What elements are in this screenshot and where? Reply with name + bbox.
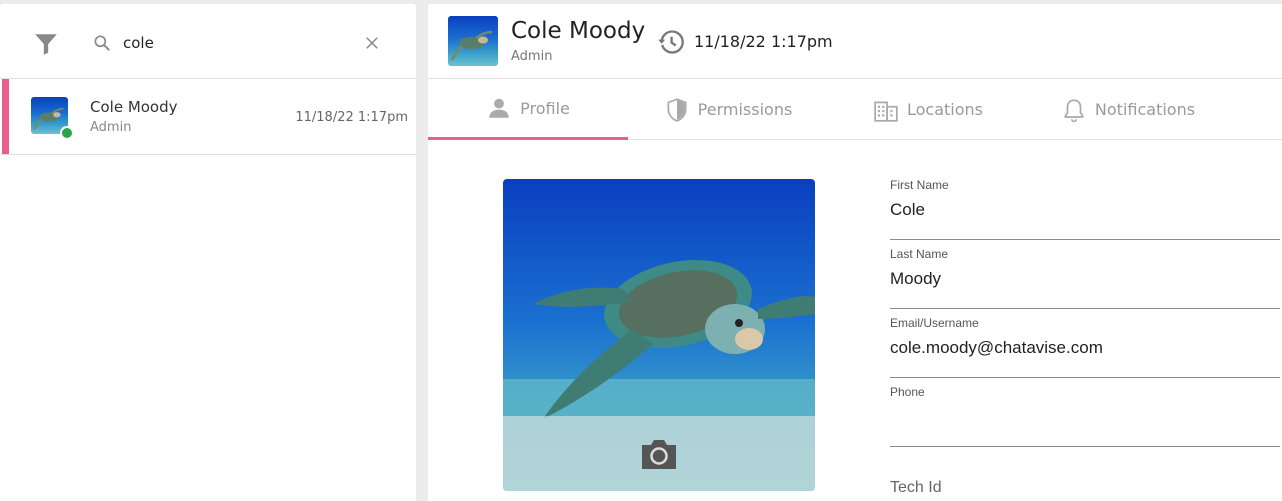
filter-icon[interactable] — [33, 31, 59, 57]
online-status-dot — [60, 126, 74, 140]
phone-field: Phone — [890, 378, 1280, 447]
field-label: First Name — [890, 178, 949, 192]
search-bar — [0, 4, 416, 79]
history-icon[interactable] — [657, 28, 685, 56]
tab-label: Locations — [906, 100, 983, 119]
field-label: Last Name — [890, 247, 949, 261]
person-icon — [489, 98, 509, 118]
contact-list-item[interactable]: Cole Moody Admin 11/18/22 1:17pm — [0, 79, 416, 155]
user-name: Cole Moody — [511, 18, 646, 44]
tab-notifications[interactable]: Notifications — [1053, 79, 1203, 140]
last-name-field: Last Name — [890, 240, 1280, 309]
tab-label: Permissions — [697, 100, 793, 119]
profile-photo — [503, 179, 815, 491]
shield-icon — [667, 97, 687, 122]
profile-form: First Name Last Name Email/Username Phon… — [890, 171, 1282, 447]
last-activity-time: 11/18/22 1:17pm — [694, 32, 833, 51]
conversation-list-panel: Cole Moody Admin 11/18/22 1:17pm — [0, 4, 416, 501]
contact-name: Cole Moody — [90, 98, 178, 116]
tech-id-label: Tech Id — [890, 479, 942, 496]
tab-label: Notifications — [1094, 100, 1196, 119]
email-input[interactable] — [890, 338, 1270, 358]
search-icon — [94, 35, 110, 51]
profile-tabs: Profile Permissions Locations Notificati… — [428, 79, 1282, 140]
field-label: Phone — [890, 385, 925, 399]
contact-role: Admin — [90, 120, 132, 135]
bell-icon — [1064, 98, 1084, 122]
photo-upload-overlay[interactable] — [503, 416, 815, 491]
first-name-field: First Name — [890, 171, 1280, 240]
last-name-input[interactable] — [890, 269, 1270, 289]
email-field: Email/Username — [890, 309, 1280, 378]
tab-permissions[interactable]: Permissions — [648, 79, 808, 140]
contact-timestamp: 11/18/22 1:17pm — [295, 110, 408, 125]
tab-profile[interactable]: Profile — [428, 79, 628, 140]
user-detail-panel: Cole Moody Admin 11/18/22 1:17pm Profile… — [428, 4, 1282, 501]
user-role: Admin — [511, 49, 553, 64]
user-header: Cole Moody Admin 11/18/22 1:17pm — [428, 4, 1282, 79]
camera-icon[interactable] — [639, 437, 679, 471]
close-icon[interactable] — [363, 34, 381, 52]
tab-label: Profile — [520, 98, 570, 118]
search-input[interactable] — [123, 31, 343, 55]
selected-indicator — [2, 79, 9, 154]
phone-input[interactable] — [890, 407, 1270, 427]
tab-locations[interactable]: Locations — [858, 79, 998, 140]
avatar — [448, 16, 498, 66]
first-name-input[interactable] — [890, 200, 1270, 220]
building-icon — [874, 101, 898, 122]
field-label: Email/Username — [890, 316, 979, 330]
